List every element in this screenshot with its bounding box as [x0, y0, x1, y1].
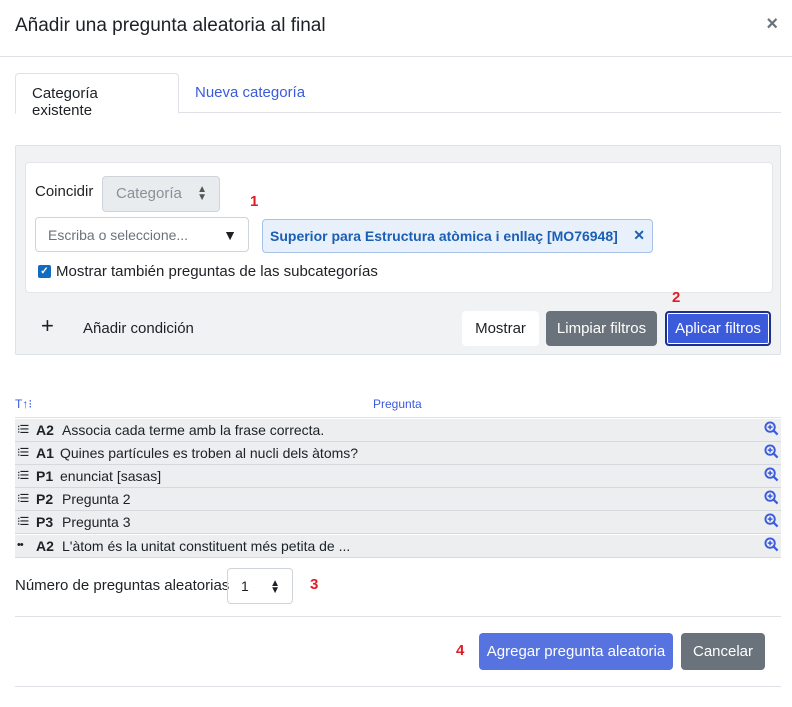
cancel-button[interactable]: Cancelar	[681, 633, 765, 670]
question-text: Quines partícules es troben al nucli del…	[60, 445, 359, 461]
gapselect-icon: ••	[17, 539, 24, 551]
clear-filters-button[interactable]: Limpiar filtros	[546, 311, 657, 346]
table-row[interactable]: ⁝☰ A2 Associa cada terme amb la frase co…	[15, 419, 781, 442]
zoom-in-icon[interactable]	[764, 490, 779, 505]
table-row[interactable]: •• A2 L'àtom és la unitat constituent mé…	[15, 535, 781, 558]
close-icon[interactable]: ×	[766, 13, 778, 36]
updown-icon: ▲ ▼	[197, 184, 207, 203]
random-count-label: Número de preguntas aleatorias	[15, 577, 230, 594]
add-random-question-button[interactable]: Agregar pregunta aleatoria	[479, 633, 673, 670]
annotation-3: 3	[310, 576, 319, 593]
add-condition-button[interactable]: Añadir condición	[83, 320, 194, 337]
annotation-4: 4	[456, 642, 465, 659]
question-text: enunciat [sasas]	[60, 468, 162, 484]
annotation-1: 1	[250, 193, 259, 210]
multichoice-icon: ⁝☰	[17, 447, 29, 459]
filter-panel: Coincidir Categoría ▲ ▼ 1 Escriba o selec…	[15, 145, 781, 355]
match-select[interactable]: Categoría ▲ ▼	[102, 176, 220, 212]
zoom-in-icon[interactable]	[764, 537, 779, 552]
subcategories-checkbox-row[interactable]: ✓ Mostrar también preguntas de las subca…	[38, 263, 378, 280]
question-name: A1	[36, 445, 54, 461]
question-text: Pregunta 3	[62, 514, 131, 530]
random-count-value: 1	[241, 578, 249, 594]
category-search-placeholder: Escriba o seleccione...	[48, 227, 189, 243]
question-name: A2	[36, 538, 54, 554]
show-button[interactable]: Mostrar	[462, 311, 539, 346]
annotation-2: 2	[672, 289, 681, 306]
apply-filters-button[interactable]: Aplicar filtros	[665, 311, 771, 346]
tab-existing-category[interactable]: Categoría existente	[15, 73, 179, 119]
modal-header: Añadir una pregunta aleatoria al final ×	[0, 0, 792, 57]
question-name: P3	[36, 514, 54, 530]
question-column-header[interactable]: Pregunta	[373, 397, 422, 411]
question-text: Pregunta 2	[62, 491, 131, 507]
add-condition-plus-icon[interactable]: +	[41, 315, 54, 337]
subcategories-checkbox-label: Mostrar también preguntas de las subcate…	[56, 263, 378, 280]
question-name: A2	[36, 422, 54, 438]
question-name: P2	[36, 491, 54, 507]
match-select-value: Categoría	[116, 185, 182, 202]
random-count-select[interactable]: 1 ▲ ▼	[227, 568, 293, 604]
zoom-in-icon[interactable]	[764, 421, 779, 436]
table-row[interactable]: ⁝☰ P1 enunciat [sasas]	[15, 465, 781, 488]
zoom-in-icon[interactable]	[764, 467, 779, 482]
sort-type-header[interactable]: T↑⁝	[15, 397, 32, 411]
subcategories-checkbox[interactable]: ✓	[38, 265, 51, 278]
filter-condition-box: Coincidir Categoría ▲ ▼ 1 Escriba o selec…	[25, 162, 773, 293]
question-text: Associa cada terme amb la frase correcta…	[62, 422, 325, 438]
table-row[interactable]: ⁝☰ P3 Pregunta 3	[15, 511, 781, 534]
dialog-title: Añadir una pregunta aleatoria al final	[15, 15, 326, 36]
zoom-in-icon[interactable]	[764, 444, 779, 459]
tab-new-category[interactable]: Nueva categoría	[179, 73, 321, 114]
remove-chip-icon[interactable]: ✕	[633, 227, 645, 244]
updown-icon: ▲ ▼	[270, 578, 280, 596]
footer-divider	[15, 616, 781, 617]
bottom-divider	[15, 686, 781, 687]
match-label: Coincidir	[35, 183, 94, 200]
selected-category-label: Superior para Estructura atòmica i enlla…	[270, 228, 618, 244]
table-row[interactable]: ⁝☰ A1 Quines partícules es troben al nuc…	[15, 442, 781, 465]
selected-category-chip: Superior para Estructura atòmica i enlla…	[262, 219, 653, 253]
zoom-in-icon[interactable]	[764, 513, 779, 528]
multichoice-icon: ⁝☰	[17, 516, 29, 528]
dropdown-triangle-icon[interactable]: ▼	[223, 227, 237, 243]
question-name: P1	[36, 468, 54, 484]
multichoice-icon: ⁝☰	[17, 493, 29, 505]
category-search-input[interactable]: Escriba o seleccione... ▼	[35, 217, 249, 252]
multichoice-icon: ⁝☰	[17, 470, 29, 482]
table-row[interactable]: ⁝☰ P2 Pregunta 2	[15, 488, 781, 511]
table-header: T↑⁝ Pregunta	[15, 396, 781, 418]
matching-icon: ⁝☰	[17, 424, 29, 436]
tab-bar: Categoría existente Nueva categoría	[15, 73, 781, 119]
question-text: L'àtom és la unitat constituent més peti…	[62, 538, 351, 554]
